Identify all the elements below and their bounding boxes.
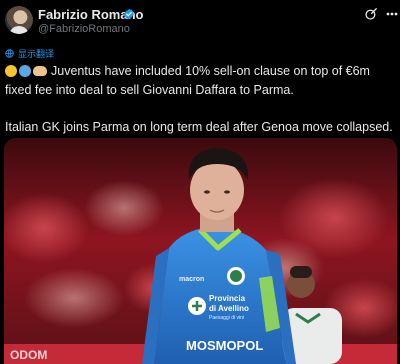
- shirt-brand: macron: [179, 276, 204, 283]
- sponsor-line-1: Provincia: [209, 294, 246, 303]
- translate-icon: [5, 48, 14, 58]
- sponsor-line-3: Paesaggi di vini: [209, 315, 244, 321]
- emoji-sequence: [5, 65, 47, 77]
- avatar[interactable]: [5, 6, 33, 34]
- tweet-photo[interactable]: ODOM macron Provincia di Avellino Paesag…: [4, 138, 397, 364]
- show-translation-link[interactable]: 显示翻译: [5, 47, 54, 59]
- show-translation-label: 显示翻译: [18, 48, 55, 59]
- sponsor-bottom: MOSMOPOL: [186, 338, 263, 353]
- yellow-circle-icon: [5, 65, 17, 77]
- sponsor-line-2: di Avellino: [209, 304, 249, 313]
- tweet-header: Fabrizio Romano @FabrizioRomano: [0, 0, 400, 44]
- tweet-text: Juventus have included 10% sell-on claus…: [5, 62, 397, 137]
- more-options-icon[interactable]: [386, 5, 398, 23]
- grok-icon[interactable]: [364, 7, 378, 21]
- author-handle[interactable]: @FabrizioRomano: [38, 23, 130, 35]
- blue-circle-icon: [19, 65, 31, 77]
- verified-badge-icon: [124, 8, 134, 20]
- ad-board-text: ODOM: [10, 348, 47, 362]
- tweet-line-1: Juventus have included 10% sell-on claus…: [5, 64, 370, 97]
- tweet-line-2: Italian GK joins Parma on long term deal…: [5, 120, 393, 134]
- goalkeeper-photo: ODOM macron Provincia di Avellino Paesag…: [4, 138, 397, 364]
- handshake-icon: [33, 66, 47, 76]
